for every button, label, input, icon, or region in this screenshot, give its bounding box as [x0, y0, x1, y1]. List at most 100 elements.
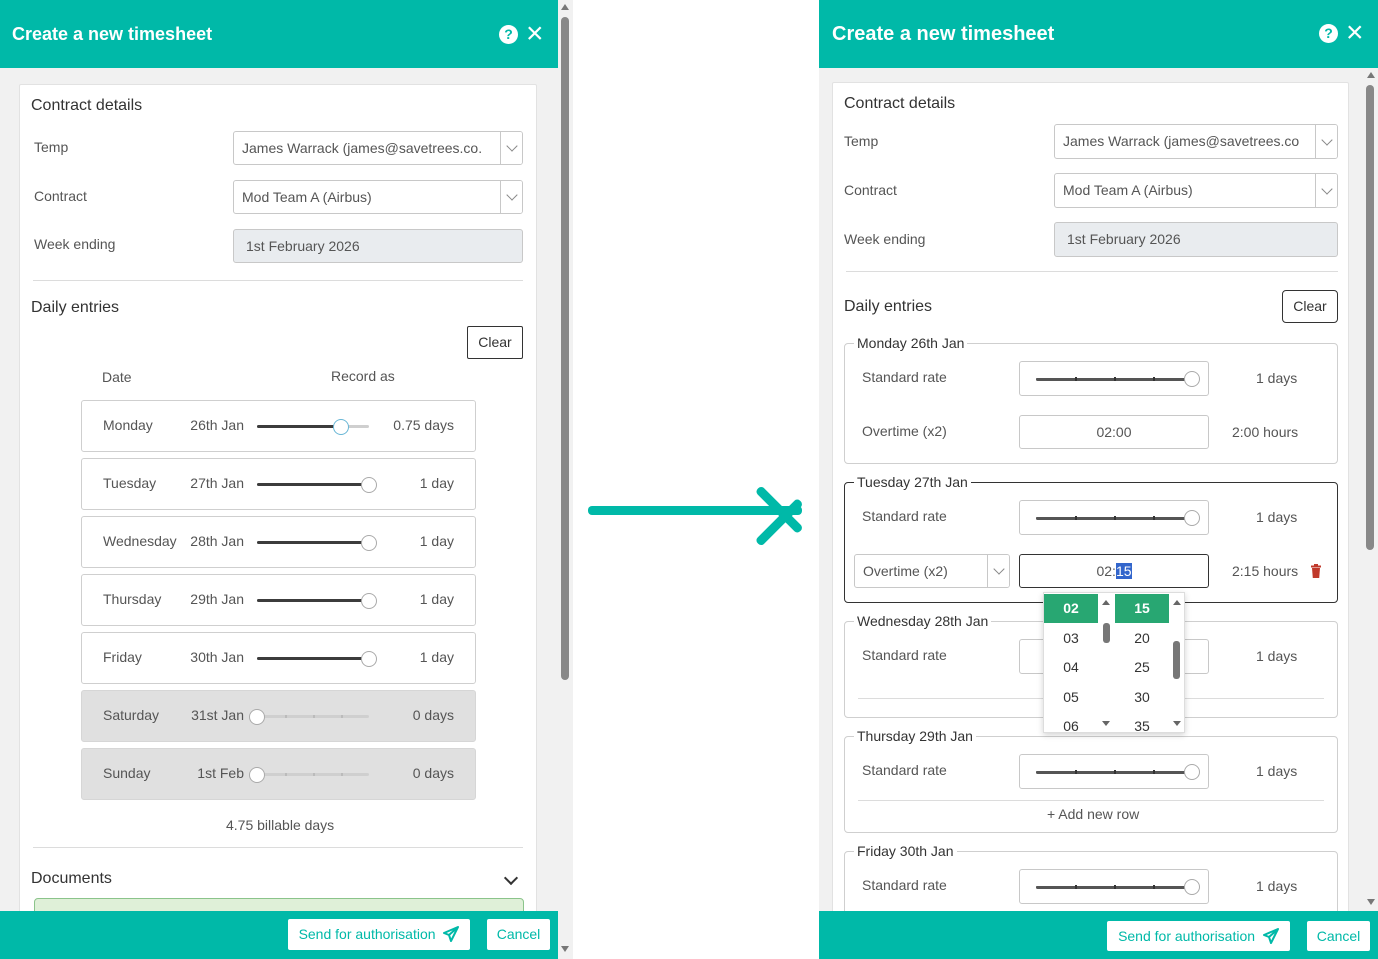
- slider-thumb[interactable]: [1184, 371, 1200, 387]
- section-divider: [33, 847, 523, 848]
- day-slider[interactable]: [257, 477, 377, 493]
- right-header: Create a new timesheet ? ×: [819, 0, 1378, 68]
- slider-thumb[interactable]: [361, 593, 377, 609]
- left-scroll-thumb[interactable]: [561, 17, 569, 680]
- standard-rate-slider-box: [1019, 869, 1209, 904]
- minutes-scroll-up-icon[interactable]: [1173, 600, 1181, 605]
- day-value: 0 days: [412, 765, 454, 781]
- left-form-card: Contract details Temp James Warrack (jam…: [19, 84, 537, 959]
- standard-rate-slider[interactable]: [1036, 371, 1200, 387]
- overtime-time-input[interactable]: 02:00: [1019, 415, 1209, 449]
- chevron-down-icon: [505, 140, 518, 152]
- slider-thumb[interactable]: [361, 651, 377, 667]
- standard-rate-slider[interactable]: [1036, 510, 1200, 526]
- scroll-up-arrow[interactable]: [1367, 72, 1375, 78]
- hour-option[interactable]: 06: [1044, 712, 1098, 732]
- day-name: Thursday: [103, 591, 162, 607]
- contract-select-arrow[interactable]: [500, 181, 522, 213]
- hours-scrollbar-thumb[interactable]: [1103, 623, 1110, 643]
- slider-thumb[interactable]: [249, 767, 265, 783]
- cancel-button[interactable]: Cancel: [1307, 921, 1370, 951]
- left-scrollbar[interactable]: [558, 0, 573, 959]
- day-value: 1 day: [419, 591, 454, 607]
- scroll-up-arrow[interactable]: [561, 4, 569, 10]
- contract-select[interactable]: Mod Team A (Airbus): [233, 180, 523, 214]
- minute-option[interactable]: 35: [1115, 712, 1169, 732]
- slider-thumb[interactable]: [361, 535, 377, 551]
- slider-thumb[interactable]: [1184, 510, 1200, 526]
- hour-option[interactable]: 02: [1044, 594, 1098, 623]
- contract-label: Contract: [844, 182, 897, 198]
- clear-button[interactable]: Clear: [467, 326, 523, 359]
- tuesday-legend: Tuesday 27th Jan: [854, 474, 971, 490]
- slider-thumb[interactable]: [333, 419, 349, 435]
- slider-thumb[interactable]: [1184, 764, 1200, 780]
- standard-rate-slider[interactable]: [1036, 764, 1200, 780]
- chevron-down-icon: [1320, 133, 1333, 146]
- slider-tick: [1153, 770, 1155, 774]
- overtime-type-arrow[interactable]: [987, 555, 1009, 587]
- temp-select-arrow[interactable]: [1315, 125, 1337, 158]
- right-scrollbar[interactable]: [1363, 68, 1378, 911]
- wednesday-legend: Wednesday 28th Jan: [854, 613, 992, 629]
- hours-scroll-up-icon[interactable]: [1102, 600, 1110, 605]
- day-date: 26th Jan: [190, 417, 244, 433]
- close-icon[interactable]: ×: [1346, 18, 1364, 48]
- temp-select[interactable]: James Warrack (james@savetrees.co.: [233, 131, 523, 165]
- minute-option[interactable]: 25: [1115, 653, 1169, 682]
- contract-select-arrow[interactable]: [1315, 174, 1337, 207]
- temp-select-arrow[interactable]: [500, 132, 522, 164]
- hour-option[interactable]: 05: [1044, 683, 1098, 712]
- minute-option[interactable]: 20: [1115, 624, 1169, 653]
- add-new-row-button[interactable]: + Add new row: [1043, 806, 1144, 822]
- scroll-down-arrow[interactable]: [1367, 899, 1375, 905]
- day-slider[interactable]: [257, 593, 377, 609]
- week-ending-field: 1st February 2026: [233, 229, 523, 263]
- overtime-type-select[interactable]: Overtime (x2): [854, 554, 1010, 588]
- documents-expand-icon[interactable]: [503, 870, 519, 886]
- minutes-scroll-down-icon[interactable]: [1173, 721, 1181, 726]
- hours-scroll-down-icon[interactable]: [1102, 721, 1110, 726]
- hour-option[interactable]: 04: [1044, 653, 1098, 682]
- overtime-time-input[interactable]: 02:15: [1019, 554, 1209, 588]
- paper-plane-icon: [1262, 928, 1279, 944]
- slider-tick: [1114, 770, 1116, 774]
- day-slider[interactable]: [257, 419, 369, 435]
- close-icon[interactable]: ×: [526, 19, 544, 49]
- slider-thumb[interactable]: [249, 709, 265, 725]
- scroll-down-arrow[interactable]: [561, 946, 569, 952]
- minute-option[interactable]: 15: [1115, 594, 1169, 623]
- billable-days-total: 4.75 billable days: [226, 817, 335, 833]
- slider-thumb[interactable]: [361, 477, 377, 493]
- trash-icon[interactable]: [1310, 564, 1322, 578]
- day-slider[interactable]: [249, 767, 369, 783]
- send-for-authorisation-button[interactable]: Send for authorisation: [1107, 921, 1290, 951]
- send-for-authorisation-button[interactable]: Send for authorisation: [288, 919, 470, 950]
- cancel-button[interactable]: Cancel: [487, 919, 550, 950]
- day-name: Wednesday: [103, 533, 177, 549]
- record-as-column-header: Record as: [331, 368, 395, 384]
- day-value: 1 day: [419, 475, 454, 491]
- temp-select[interactable]: James Warrack (james@savetrees.co: [1054, 124, 1338, 159]
- slider-thumb[interactable]: [1184, 879, 1200, 895]
- day-slider[interactable]: [257, 651, 377, 667]
- day-row-friday: Friday 30th Jan 1 day: [81, 632, 476, 684]
- day-value: 1 day: [419, 533, 454, 549]
- help-icon[interactable]: ?: [499, 25, 518, 44]
- left-dialog: Create a new timesheet ? × Contract deta…: [0, 0, 558, 959]
- standard-rate-value: 1 days: [1256, 878, 1298, 894]
- standard-rate-slider[interactable]: [1036, 879, 1200, 895]
- clear-button[interactable]: Clear: [1282, 290, 1338, 323]
- day-value: 0 days: [412, 707, 454, 723]
- temp-select-value: James Warrack (james@savetrees.co: [1063, 133, 1300, 149]
- minute-option[interactable]: 30: [1115, 683, 1169, 712]
- day-row-saturday: Saturday 31st Jan 0 days: [81, 690, 476, 742]
- hour-option[interactable]: 03: [1044, 624, 1098, 653]
- help-icon[interactable]: ?: [1319, 24, 1338, 43]
- contract-select[interactable]: Mod Team A (Airbus): [1054, 173, 1338, 208]
- right-scroll-thumb[interactable]: [1366, 85, 1374, 550]
- standard-rate-slider-box: [1019, 754, 1209, 789]
- minutes-scrollbar-thumb[interactable]: [1173, 641, 1180, 679]
- day-slider[interactable]: [257, 535, 377, 551]
- day-slider[interactable]: [249, 709, 369, 725]
